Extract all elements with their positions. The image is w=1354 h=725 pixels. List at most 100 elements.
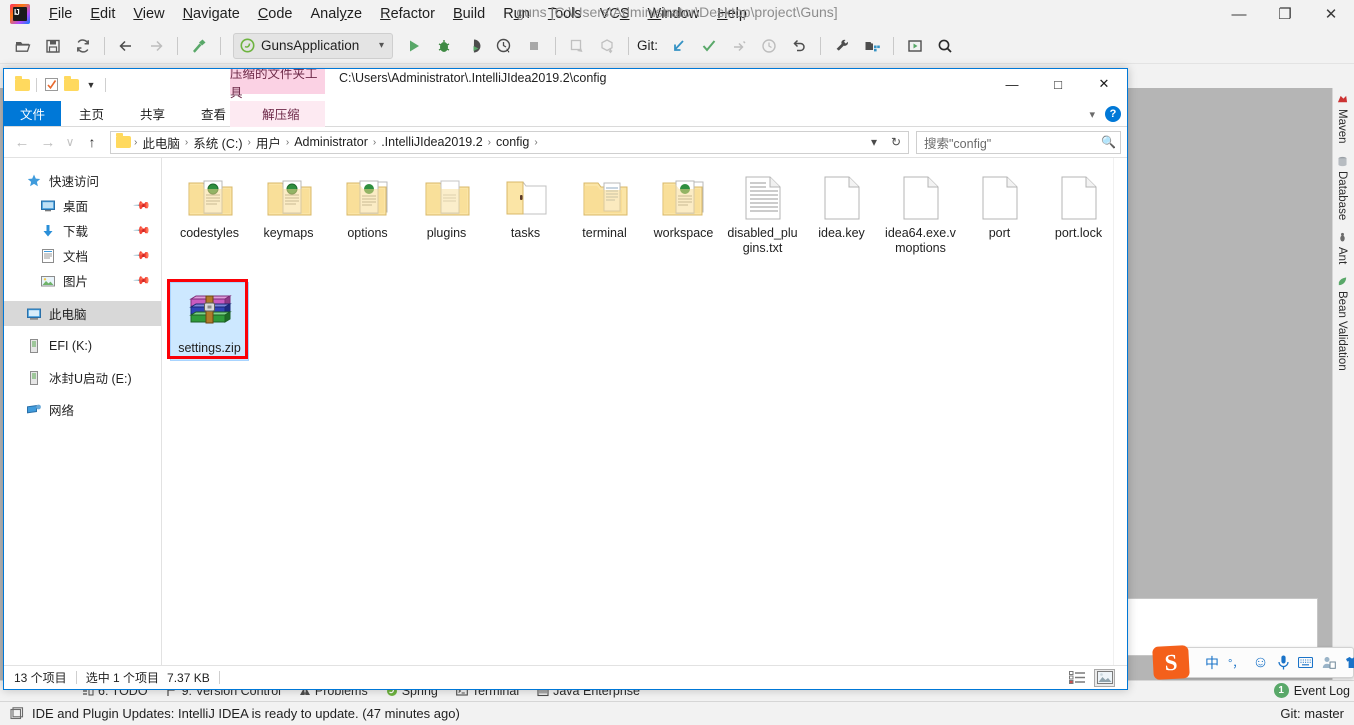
open-folder-icon[interactable] [9,32,37,60]
menu-analyze[interactable]: Analyze [302,3,372,25]
explorer-content-pane[interactable]: codestyles keymaps options plugins tasks… [162,158,1127,665]
breadcrumb-system-c[interactable]: 系统 (C:) [189,133,246,152]
pin-icon[interactable]: 📌 [133,246,152,265]
event-log-label[interactable]: Event Log [1294,684,1350,698]
menu-edit[interactable]: Edit [81,3,124,25]
grid-item-settings-zip[interactable]: settings.zip [167,279,249,361]
explorer-minimize-button[interactable]: — [989,69,1035,99]
explorer-close-button[interactable]: ✕ [1081,69,1127,99]
grid-item-terminal[interactable]: terminal [565,168,644,260]
save-all-icon[interactable] [39,32,67,60]
new-folder-icon[interactable] [61,74,81,96]
grid-item-codestyles[interactable]: codestyles [170,168,249,260]
grid-item-idea64-vmoptions[interactable]: idea64.exe.vmoptions [881,168,960,260]
menu-refactor[interactable]: Refactor [371,3,444,25]
revert-icon[interactable] [785,32,813,60]
sidebar-item-downloads[interactable]: 下载 📌 [4,218,161,243]
sidebar-item-documents[interactable]: 文档 📌 [4,243,161,268]
tool-window-ant[interactable]: Ant [1333,226,1351,270]
emoji-icon[interactable]: ☺ [1252,654,1268,672]
tool-window-bean-validation[interactable]: Bean Validation [1333,270,1351,377]
grid-item-plugins[interactable]: plugins [407,168,486,260]
help-icon[interactable]: ? [1105,106,1121,122]
explorer-maximize-button[interactable]: □ [1035,69,1081,99]
explorer-address-bar[interactable]: › 此电脑 › 系统 (C:) › 用户 › Administrator › .… [110,130,909,154]
sidebar-item-desktop[interactable]: 桌面 📌 [4,193,161,218]
chinese-mode-icon[interactable]: 中 [1205,653,1219,673]
breadcrumb-intellij-config-root[interactable]: .IntelliJIdea2019.2 [377,135,486,149]
grid-item-idea-key[interactable]: idea.key [802,168,881,260]
event-log-strip[interactable]: 1 Event Log [1273,680,1350,701]
sidebar-item-quick-access[interactable]: 快速访问 [4,168,161,193]
grid-item-workspace[interactable]: workspace [644,168,723,260]
search-input[interactable]: 搜索"config" 🔍 [916,130,1121,154]
run-configuration-selector[interactable]: GunsApplication ▾ [233,32,393,59]
properties-checkbox-icon[interactable] [41,74,61,96]
chevron-down-icon[interactable]: ▾ [1089,108,1095,121]
git-branch-status[interactable]: Git: master [1280,706,1344,721]
breadcrumb-this-pc[interactable]: 此电脑 [138,133,184,152]
menu-vcs[interactable]: VCS [591,3,639,25]
run-icon[interactable] [400,32,428,60]
large-icons-view-icon[interactable] [1094,668,1115,687]
sidebar-item-usb-drive[interactable]: 冰封U启动 (E:) [4,365,161,390]
project-structure-icon[interactable] [858,32,886,60]
content-vertical-scrollbar[interactable] [1113,158,1127,665]
punctuation-icon[interactable]: °， [1228,655,1243,671]
user-icon[interactable] [1322,656,1336,669]
ribbon-tab-file[interactable]: 文件 [4,101,62,126]
address-dropdown-icon[interactable]: ▾ [864,135,884,149]
breadcrumb-config[interactable]: config [492,135,533,149]
menu-file[interactable]: File [40,3,81,25]
explorer-back-button[interactable]: ← [10,130,34,154]
search-everywhere-icon[interactable] [931,32,959,60]
ide-close-button[interactable]: ✕ [1308,0,1354,28]
select-in-icon[interactable] [901,32,929,60]
explorer-forward-button[interactable]: → [36,130,60,154]
menu-run[interactable]: Run [494,3,539,25]
sidebar-item-this-pc[interactable]: 此电脑 [4,301,161,326]
tool-window-database[interactable]: Database [1333,150,1351,226]
ide-maximize-button[interactable]: ❐ [1262,0,1308,28]
ribbon-tab-share[interactable]: 共享 [122,101,183,126]
menu-build[interactable]: Build [444,3,494,25]
breadcrumb-users[interactable]: 用户 [252,133,285,152]
breadcrumb-administrator[interactable]: Administrator [290,135,372,149]
synchronize-icon[interactable] [69,32,97,60]
ribbon-tab-home[interactable]: 主页 [61,101,122,126]
git-pull-icon[interactable] [665,32,693,60]
debug-icon[interactable] [430,32,458,60]
customize-quick-access-icon[interactable]: ▼ [81,74,101,96]
grid-item-port-lock[interactable]: port.lock [1039,168,1118,260]
explorer-up-button[interactable]: ↑ [80,130,104,154]
git-commit-check-icon[interactable] [695,32,723,60]
menu-window[interactable]: Window [639,3,709,25]
sidebar-item-network[interactable]: 网络 [4,397,161,422]
explorer-recent-locations-button[interactable]: ∨ [62,130,78,154]
grid-item-port[interactable]: port [960,168,1039,260]
menu-help[interactable]: Help [708,3,756,25]
ide-minimize-button[interactable]: — [1216,0,1262,28]
grid-item-options[interactable]: options [328,168,407,260]
settings-wrench-icon[interactable] [828,32,856,60]
profile-icon[interactable] [490,32,518,60]
menu-tools[interactable]: Tools [539,3,591,25]
tool-window-maven[interactable]: Maven [1333,88,1351,150]
pin-icon[interactable]: 📌 [133,221,152,240]
pin-icon[interactable]: 📌 [133,271,152,290]
ribbon-tab-extract[interactable]: 解压缩 [244,101,318,126]
build-hammer-icon[interactable] [185,32,213,60]
menu-navigate[interactable]: Navigate [174,3,249,25]
sidebar-item-pictures[interactable]: 图片 📌 [4,268,161,293]
navigate-back-icon[interactable] [112,32,140,60]
sogou-logo-icon[interactable]: S [1152,645,1190,680]
pin-icon[interactable]: 📌 [133,196,152,215]
chevron-down-icon[interactable]: ▾ [379,40,384,51]
voice-input-icon[interactable] [1278,655,1289,670]
skin-icon[interactable] [1345,656,1354,669]
menu-code[interactable]: Code [249,3,302,25]
grid-item-disabled-plugins-txt[interactable]: disabled_plugins.txt [723,168,802,260]
grid-item-keymaps[interactable]: keymaps [249,168,328,260]
sogou-ime-toolbar[interactable]: S 中 °， ☺ ⋮ [1152,645,1354,680]
refresh-icon[interactable]: ↻ [886,135,906,149]
